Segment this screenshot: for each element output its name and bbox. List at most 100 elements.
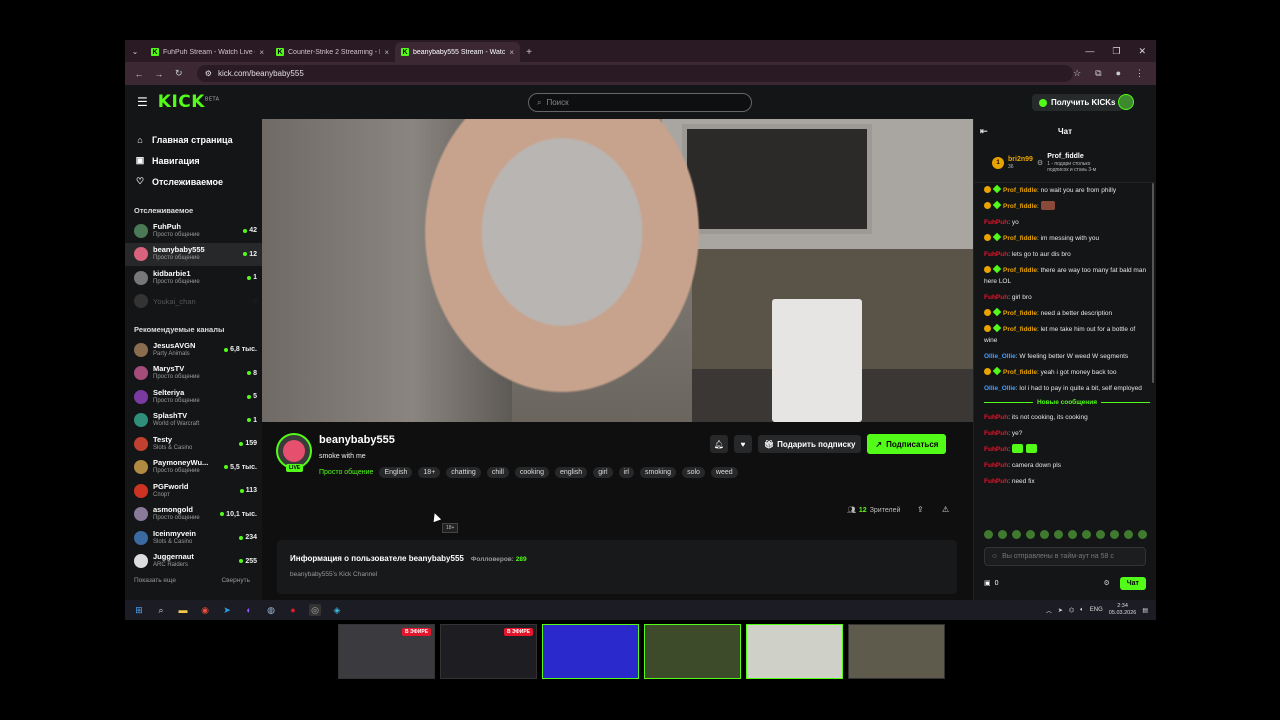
pinned-gift-banner[interactable]: 1 bri2n99 36 ⚙ Prof_fiddle 1 - подари ст… xyxy=(974,143,1156,183)
chat-username[interactable]: Prof_fiddle xyxy=(1003,326,1037,333)
file-explorer-icon[interactable]: ▬ xyxy=(177,604,189,616)
network-icon[interactable]: ⌬ xyxy=(1069,607,1074,614)
sidebar-channel-iceinmyvein[interactable]: Iceinmyvein Slots & Casino 234 xyxy=(125,526,262,550)
smiley-icon[interactable]: ☺ xyxy=(991,553,998,560)
stream-tag[interactable]: solo xyxy=(682,467,705,478)
show-more-link[interactable]: Показать еще xyxy=(134,577,176,584)
get-kicks-button[interactable]: Получить KICKs xyxy=(1032,94,1123,111)
sidebar-channel-asmongold[interactable]: asmongold Просто общение 10,1 тыс. xyxy=(125,503,262,527)
chat-username[interactable]: Prof_fiddle xyxy=(1003,203,1037,210)
chat-username[interactable]: FuhPuh xyxy=(984,430,1008,437)
streamer-name[interactable]: beanybaby555 xyxy=(319,434,395,446)
sidebar-channel-marystv[interactable]: MarysTV Просто общение 8 xyxy=(125,362,262,386)
chrome-icon[interactable]: ◉ xyxy=(199,604,211,616)
chat-username[interactable]: Prof_fiddle xyxy=(1003,310,1037,317)
lang-indicator[interactable]: ENG xyxy=(1090,607,1103,613)
stream-tag[interactable]: weed xyxy=(710,467,738,478)
chat-username[interactable]: FuhPuh xyxy=(984,462,1008,469)
window-thumbnail[interactable] xyxy=(746,624,843,679)
sidebar-channel-kidbarbie1[interactable]: kidbarbie1 Просто общение 1 xyxy=(125,266,262,290)
sidebar-item-home[interactable]: ⌂ Главная страница xyxy=(135,129,262,150)
notification-bell-button[interactable]: 🔔︎ xyxy=(710,435,728,453)
site-info-icon[interactable]: ⚙ xyxy=(205,69,212,78)
close-window-icon[interactable]: ✕ xyxy=(1138,46,1146,57)
chat-username[interactable]: FuhPuh xyxy=(984,294,1008,301)
browser-tab-fuhpuh[interactable]: K FuhPuh Stream - Watch Live o × xyxy=(145,42,270,62)
menu-icon[interactable]: ⋮ xyxy=(1135,68,1144,79)
browser-icon[interactable]: ◈ xyxy=(331,604,343,616)
stream-tag[interactable]: girl xyxy=(593,467,613,478)
chat-username[interactable]: Prof_fiddle xyxy=(1003,187,1037,194)
window-thumbnail[interactable]: В ЭФИРЕ xyxy=(338,624,435,679)
forward-icon[interactable]: → xyxy=(149,69,169,79)
emote-icon[interactable] xyxy=(1082,530,1091,539)
tray-expand-icon[interactable]: ︿ xyxy=(1046,606,1052,615)
sidebar-channel-youkai_chan[interactable]: Youkai_chan ◌ xyxy=(125,290,262,314)
chat-username[interactable]: Prof_fiddle xyxy=(1003,369,1037,376)
bookmark-star-icon[interactable]: ☆ xyxy=(1073,68,1081,79)
start-icon[interactable]: ⊞ xyxy=(133,604,145,616)
report-icon[interactable]: ⚠ xyxy=(942,505,949,514)
emote-icon[interactable] xyxy=(1054,530,1063,539)
extensions-icon[interactable]: ⧉ xyxy=(1095,68,1101,79)
browser-tab-cs2[interactable]: K Counter-Strike 2 Streaming - L × xyxy=(270,42,395,62)
collapse-link[interactable]: Свернуть xyxy=(221,577,250,584)
chat-username[interactable]: FuhPuh xyxy=(984,219,1008,226)
maximize-icon[interactable]: ❐ xyxy=(1112,46,1120,57)
chat-scrollbar[interactable] xyxy=(1152,183,1154,383)
reload-icon[interactable]: ↻ xyxy=(169,68,189,79)
recorder-icon[interactable]: ● xyxy=(287,604,299,616)
stream-tag[interactable]: 18+ xyxy=(418,467,441,478)
follow-button[interactable]: ↗ Подписаться xyxy=(867,434,947,454)
stream-tag[interactable]: chill xyxy=(486,467,509,478)
emote-icon[interactable] xyxy=(1110,530,1119,539)
emote-icon[interactable] xyxy=(984,530,993,539)
stream-tag[interactable]: cooking xyxy=(514,467,550,478)
steam-icon[interactable]: ◍ xyxy=(265,604,277,616)
sidebar-channel-splashtv[interactable]: SplashTV World of Warcraft 1 xyxy=(125,409,262,433)
discord-icon[interactable]: ◐ xyxy=(243,604,255,616)
profile-icon[interactable]: ● xyxy=(1116,68,1121,79)
chat-username[interactable]: Prof_fiddle xyxy=(1003,267,1037,274)
chat-username[interactable]: FuhPuh xyxy=(984,251,1008,258)
search-input[interactable]: ⌕ Поиск xyxy=(528,93,752,112)
channel-points[interactable]: ▣ 0 xyxy=(984,579,999,588)
stream-tag[interactable]: smoking xyxy=(640,467,677,478)
chat-username[interactable]: Ollie_Ollie xyxy=(984,385,1016,392)
share-icon[interactable]: ⇪ xyxy=(917,505,924,514)
sidebar-channel-fuhpuh[interactable]: FuhPuh Просто общение 42 xyxy=(125,219,262,243)
search-icon[interactable]: ⌕ xyxy=(155,604,167,616)
video-player[interactable] xyxy=(262,119,973,422)
emote-icon[interactable] xyxy=(1138,530,1147,539)
minimize-icon[interactable]: — xyxy=(1085,46,1094,56)
emote-icon[interactable] xyxy=(998,530,1007,539)
close-tab-icon[interactable]: × xyxy=(509,48,514,57)
chat-settings-icon[interactable]: ⚙ xyxy=(1103,579,1109,587)
window-thumbnail[interactable] xyxy=(542,624,639,679)
hamburger-menu-icon[interactable]: ☰ xyxy=(137,95,148,109)
sidebar-channel-juggernaut[interactable]: Juggernaut ARC Raiders 255 xyxy=(125,550,262,574)
stream-tag[interactable]: irl xyxy=(618,467,634,478)
stream-category-link[interactable]: Просто общение xyxy=(319,469,373,476)
gift-sub-button[interactable]: 🎁︎ Подарить подписку xyxy=(758,435,862,453)
favorite-button[interactable]: ♥ xyxy=(734,435,752,453)
kick-logo[interactable]: KICKBETA xyxy=(158,92,220,112)
collapse-chat-icon[interactable]: ⇤ xyxy=(980,126,988,137)
telegram-tray-icon[interactable]: ➤ xyxy=(1058,607,1063,614)
emote-icon[interactable] xyxy=(1124,530,1133,539)
browser-tab-beanybaby555[interactable]: K beanybaby555 Stream - Watc × xyxy=(395,42,520,62)
user-avatar[interactable] xyxy=(1118,94,1134,110)
sidebar-channel-beanybaby555[interactable]: beanybaby555 Просто общение 12 xyxy=(125,242,262,266)
close-tab-icon[interactable]: × xyxy=(259,48,264,57)
chat-username[interactable]: Ollie_Ollie xyxy=(984,353,1016,360)
emote-icon[interactable] xyxy=(1012,530,1021,539)
clock[interactable]: 2:34 05.03.2026 xyxy=(1109,603,1137,617)
stream-tag[interactable]: english xyxy=(555,467,588,478)
close-tab-icon[interactable]: × xyxy=(384,48,389,57)
emote-icon[interactable] xyxy=(1040,530,1049,539)
stream-tag[interactable]: English xyxy=(379,467,413,478)
sidebar-item-following[interactable]: ♡ Отслеживаемое xyxy=(135,171,262,192)
emote-icon[interactable] xyxy=(1068,530,1077,539)
sidebar-channel-testy[interactable]: Testy Slots & Casino 159 xyxy=(125,432,262,456)
obs-icon[interactable]: ◎ xyxy=(309,604,321,616)
